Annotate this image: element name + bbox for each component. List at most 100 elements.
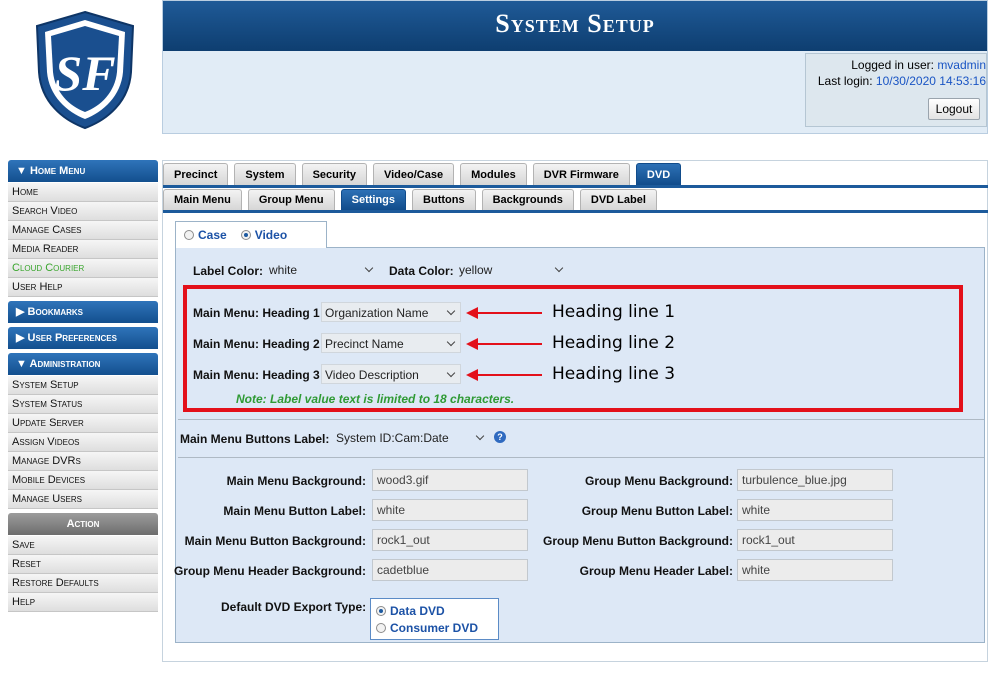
video-label: Video <box>254 228 288 242</box>
secondary-tabs: Main Menu Group Menu Settings Buttons Ba… <box>163 189 663 211</box>
action-header: Action <box>8 513 158 535</box>
sidebar-item-help[interactable]: Help <box>8 593 158 612</box>
group-menu-button-label-label: Group Menu Button Label: <box>581 504 733 518</box>
sidebar-item-assign-videos[interactable]: Assign Videos <box>8 433 158 452</box>
sidebar: ▼ Home Menu Home Search Video Manage Cas… <box>8 160 158 612</box>
primary-tabs-underline <box>163 185 988 188</box>
bookmarks-header[interactable]: ▶ Bookmarks <box>8 301 158 323</box>
tab-security[interactable]: Security <box>301 163 367 185</box>
sidebar-item-save[interactable]: Save <box>8 536 158 555</box>
buttons-label-label: Main Menu Buttons Label: <box>180 432 330 446</box>
group-menu-button-background-field[interactable]: rock1_out <box>737 529 893 551</box>
tab-dvr-firmware[interactable]: DVR Firmware <box>532 163 630 185</box>
tab-precinct[interactable]: Precinct <box>163 163 229 185</box>
secondary-tabs-underline <box>163 210 988 213</box>
main-menu-background-field[interactable]: wood3.gif <box>372 469 528 491</box>
separator-bottom <box>178 457 984 458</box>
export-data-dvd-option[interactable]: Data DVD <box>376 602 498 619</box>
logged-in-label: Logged in user: <box>851 58 934 72</box>
home-menu-label: Home Menu <box>29 165 86 177</box>
sidebar-item-reset[interactable]: Reset <box>8 555 158 574</box>
heading1-annotation: Heading line 1 <box>552 302 676 322</box>
data-dvd-label: Data DVD <box>390 603 445 618</box>
sidebar-item-update-server[interactable]: Update Server <box>8 414 158 433</box>
main-menu-button-background-field[interactable]: rock1_out <box>372 529 528 551</box>
tab-dvd-label[interactable]: DVD Label <box>579 189 657 210</box>
label-color-select[interactable]: white <box>266 260 378 280</box>
last-login-label: Last login: <box>817 74 873 88</box>
label-color-label: Label Color: <box>193 264 264 278</box>
logged-in-user: mvadmin <box>937 58 986 72</box>
data-dvd-radio[interactable] <box>376 605 386 616</box>
sidebar-item-user-help[interactable]: User Help <box>8 278 158 297</box>
heading3-arrow <box>466 369 542 381</box>
group-menu-button-background-label: Group Menu Button Background: <box>543 534 733 548</box>
sidebar-item-manage-dvrs[interactable]: Manage DVRs <box>8 452 158 471</box>
tab-settings[interactable]: Settings <box>340 189 407 210</box>
tab-backgrounds[interactable]: Backgrounds <box>481 189 574 210</box>
user-preferences-header[interactable]: ▶ User Preferences <box>8 327 158 349</box>
bookmarks-label: Bookmarks <box>27 306 84 318</box>
tab-dvd[interactable]: DVD <box>635 163 682 185</box>
data-color-label: Data Color: <box>389 264 454 278</box>
user-preferences-label: User Preferences <box>27 332 117 344</box>
export-consumer-dvd-option[interactable]: Consumer DVD <box>376 619 498 636</box>
sidebar-item-manage-users[interactable]: Manage Users <box>8 490 158 509</box>
tab-buttons[interactable]: Buttons <box>412 189 476 210</box>
sidebar-item-home[interactable]: Home <box>8 183 158 202</box>
sf-logo: SF <box>35 10 135 130</box>
tab-video-case[interactable]: Video/Case <box>372 163 455 185</box>
tab-main-menu[interactable]: Main Menu <box>163 189 242 210</box>
sidebar-item-system-setup[interactable]: System Setup <box>8 376 158 395</box>
primary-tabs: Precinct System Security Video/Case Modu… <box>163 163 687 187</box>
last-login-value: 10/30/2020 14:53:16 <box>875 74 986 88</box>
group-menu-background-field[interactable]: turbulence_blue.jpg <box>737 469 893 491</box>
separator-top <box>178 419 984 420</box>
logout-button[interactable]: Logout <box>928 98 980 120</box>
group-menu-header-background-field[interactable]: cadetblue <box>372 559 528 581</box>
sidebar-item-manage-cases[interactable]: Manage Cases <box>8 221 158 240</box>
sidebar-item-media-reader[interactable]: Media Reader <box>8 240 158 259</box>
heading2-annotation: Heading line 2 <box>552 333 676 353</box>
administration-label: Administration <box>29 358 101 370</box>
sidebar-item-cloud-courier[interactable]: Cloud Courier <box>8 259 158 278</box>
help-icon[interactable]: ? <box>494 431 506 443</box>
buttons-label-select[interactable]: System ID:Cam:Date <box>333 428 489 448</box>
tab-modules[interactable]: Modules <box>460 163 527 185</box>
heading1-arrow <box>466 307 542 319</box>
consumer-dvd-radio[interactable] <box>376 622 386 633</box>
heading2-arrow <box>466 338 542 350</box>
sidebar-item-mobile-devices[interactable]: Mobile Devices <box>8 471 158 490</box>
case-radio[interactable] <box>184 230 194 240</box>
consumer-dvd-label: Consumer DVD <box>390 620 479 635</box>
tab-group-menu[interactable]: Group Menu <box>247 189 335 210</box>
group-menu-button-label-field[interactable]: white <box>737 499 893 521</box>
sidebar-item-search-video[interactable]: Search Video <box>8 202 158 221</box>
main-menu-button-background-label: Main Menu Button Background: <box>184 534 366 548</box>
main-menu-button-label-field[interactable]: white <box>372 499 528 521</box>
export-type-group: Data DVD Consumer DVD <box>370 598 499 640</box>
label-length-note: Note: Label value text is limited to 18 … <box>236 392 515 406</box>
svg-text:SF: SF <box>54 45 115 101</box>
sidebar-item-system-status[interactable]: System Status <box>8 395 158 414</box>
case-label: Case <box>198 228 227 242</box>
video-radio[interactable] <box>240 230 251 240</box>
group-menu-header-label-label: Group Menu Header Label: <box>579 564 733 578</box>
sidebar-item-restore-defaults[interactable]: Restore Defaults <box>8 574 158 593</box>
page-title: System Setup <box>163 1 987 51</box>
main-menu-button-label-label: Main Menu Button Label: <box>223 504 366 518</box>
mode-video-option[interactable]: Video <box>240 228 288 242</box>
group-menu-background-label: Group Menu Background: <box>585 474 733 488</box>
tab-system[interactable]: System <box>234 163 296 185</box>
export-type-label: Default DVD Export Type: <box>221 600 367 614</box>
login-info: Logged in user: mvadmin Last login: 10/3… <box>805 53 987 127</box>
mode-selector: Case Video <box>175 221 327 248</box>
heading3-annotation: Heading line 3 <box>552 364 676 384</box>
page-header: System Setup Logged in user: mvadmin Las… <box>162 0 988 134</box>
mode-case-option[interactable]: Case <box>184 228 227 242</box>
group-menu-header-background-label: Group Menu Header Background: <box>173 564 366 578</box>
data-color-select[interactable]: yellow <box>456 260 568 280</box>
home-menu-header[interactable]: ▼ Home Menu <box>8 160 158 182</box>
group-menu-header-label-field[interactable]: white <box>737 559 893 581</box>
administration-header[interactable]: ▼ Administration <box>8 353 158 375</box>
